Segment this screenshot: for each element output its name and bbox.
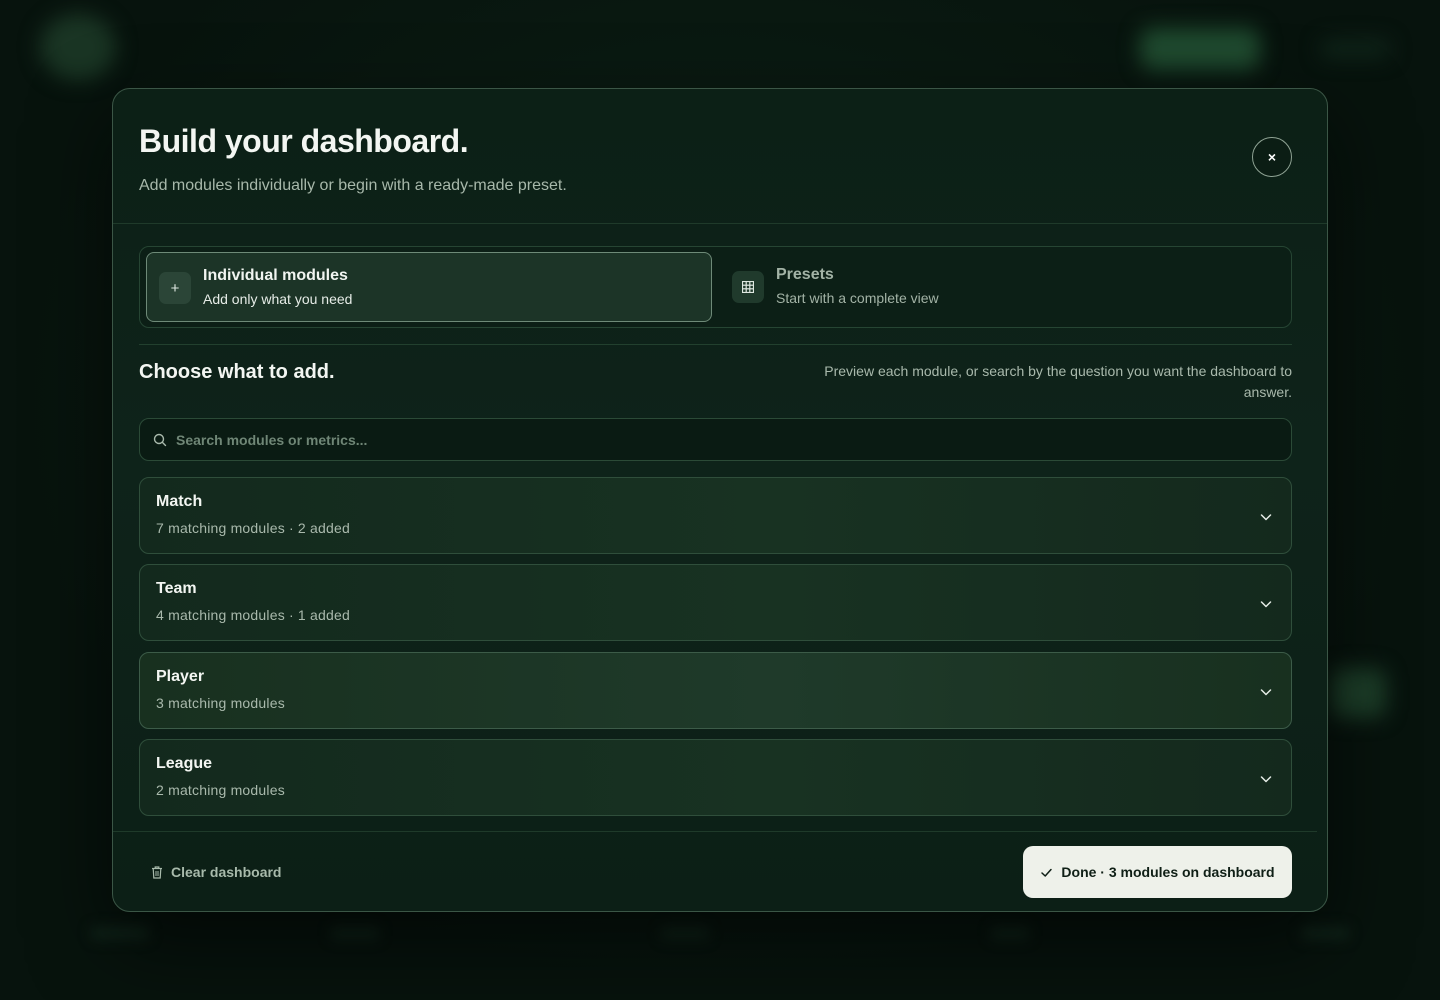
backdrop-bar: [990, 926, 1030, 940]
mode-presets[interactable]: Presets Start with a complete view: [720, 252, 1286, 322]
chevron-down-icon: [1260, 689, 1272, 696]
clear-dashboard-label: Clear dashboard: [171, 864, 282, 880]
section-help-text: Preview each module, or search by the qu…: [824, 363, 1292, 400]
mode-label: Presets: [776, 266, 834, 283]
mode-individual-modules[interactable]: + Individual modules Add only what you n…: [146, 252, 712, 322]
footer-divider: [113, 831, 1317, 832]
chevron-down-icon: [1260, 776, 1272, 783]
grid-icon: [732, 271, 764, 303]
mode-label: Individual modules: [203, 267, 348, 284]
clear-dashboard-button[interactable]: Clear dashboard: [151, 861, 281, 883]
close-button[interactable]: ×: [1252, 137, 1292, 177]
search-icon: [153, 433, 167, 447]
mode-description: Start with a complete view: [776, 290, 939, 306]
trash-icon: [152, 865, 162, 879]
category-name: Player: [156, 668, 205, 685]
modal-title: Build your dashboard.: [139, 123, 469, 159]
modal-subtitle: Add modules individually or begin with a…: [139, 177, 567, 194]
category-meta: 7 matching modules · 2 added: [156, 520, 350, 536]
category-league[interactable]: League 2 matching modules: [139, 739, 1292, 816]
done-button[interactable]: Done · 3 modules on dashboard: [1023, 846, 1292, 898]
chevron-down-icon: [1260, 514, 1272, 521]
category-meta: 4 matching modules · 1 added: [156, 607, 350, 623]
backdrop-button: [1140, 28, 1260, 70]
search-input[interactable]: [176, 419, 1276, 460]
done-label: Done · 3 modules on dashboard: [1061, 864, 1275, 880]
close-icon: ×: [1267, 149, 1277, 165]
section-divider: [139, 344, 1292, 345]
search-field: [139, 418, 1292, 461]
category-name: League: [156, 755, 213, 772]
backdrop-logo: [40, 14, 116, 80]
modal-header: Build your dashboard. Add modules indivi…: [113, 89, 1327, 224]
chevron-down-icon: [1260, 601, 1272, 608]
backdrop-side-button: [1330, 668, 1386, 718]
mode-description: Add only what you need: [203, 291, 353, 307]
backdrop-bar: [1300, 926, 1350, 940]
backdrop-bar: [330, 926, 380, 940]
mode-switch: + Individual modules Add only what you n…: [139, 246, 1292, 328]
category-player[interactable]: Player 3 matching modules: [139, 652, 1292, 729]
backdrop-bar: [660, 926, 710, 940]
section-title: Choose what to add.: [139, 361, 335, 383]
backdrop-pill: [1320, 40, 1390, 58]
backdrop-bar: [90, 926, 150, 940]
category-name: Team: [156, 580, 197, 597]
plus-icon: +: [159, 272, 191, 304]
category-team[interactable]: Team 4 matching modules · 1 added: [139, 564, 1292, 641]
check-icon: [1041, 868, 1053, 877]
category-meta: 2 matching modules: [156, 782, 285, 798]
build-dashboard-modal: Build your dashboard. Add modules indivi…: [112, 88, 1328, 912]
category-match[interactable]: Match 7 matching modules · 2 added: [139, 477, 1292, 554]
category-meta: 3 matching modules: [156, 695, 285, 711]
category-name: Match: [156, 493, 203, 510]
